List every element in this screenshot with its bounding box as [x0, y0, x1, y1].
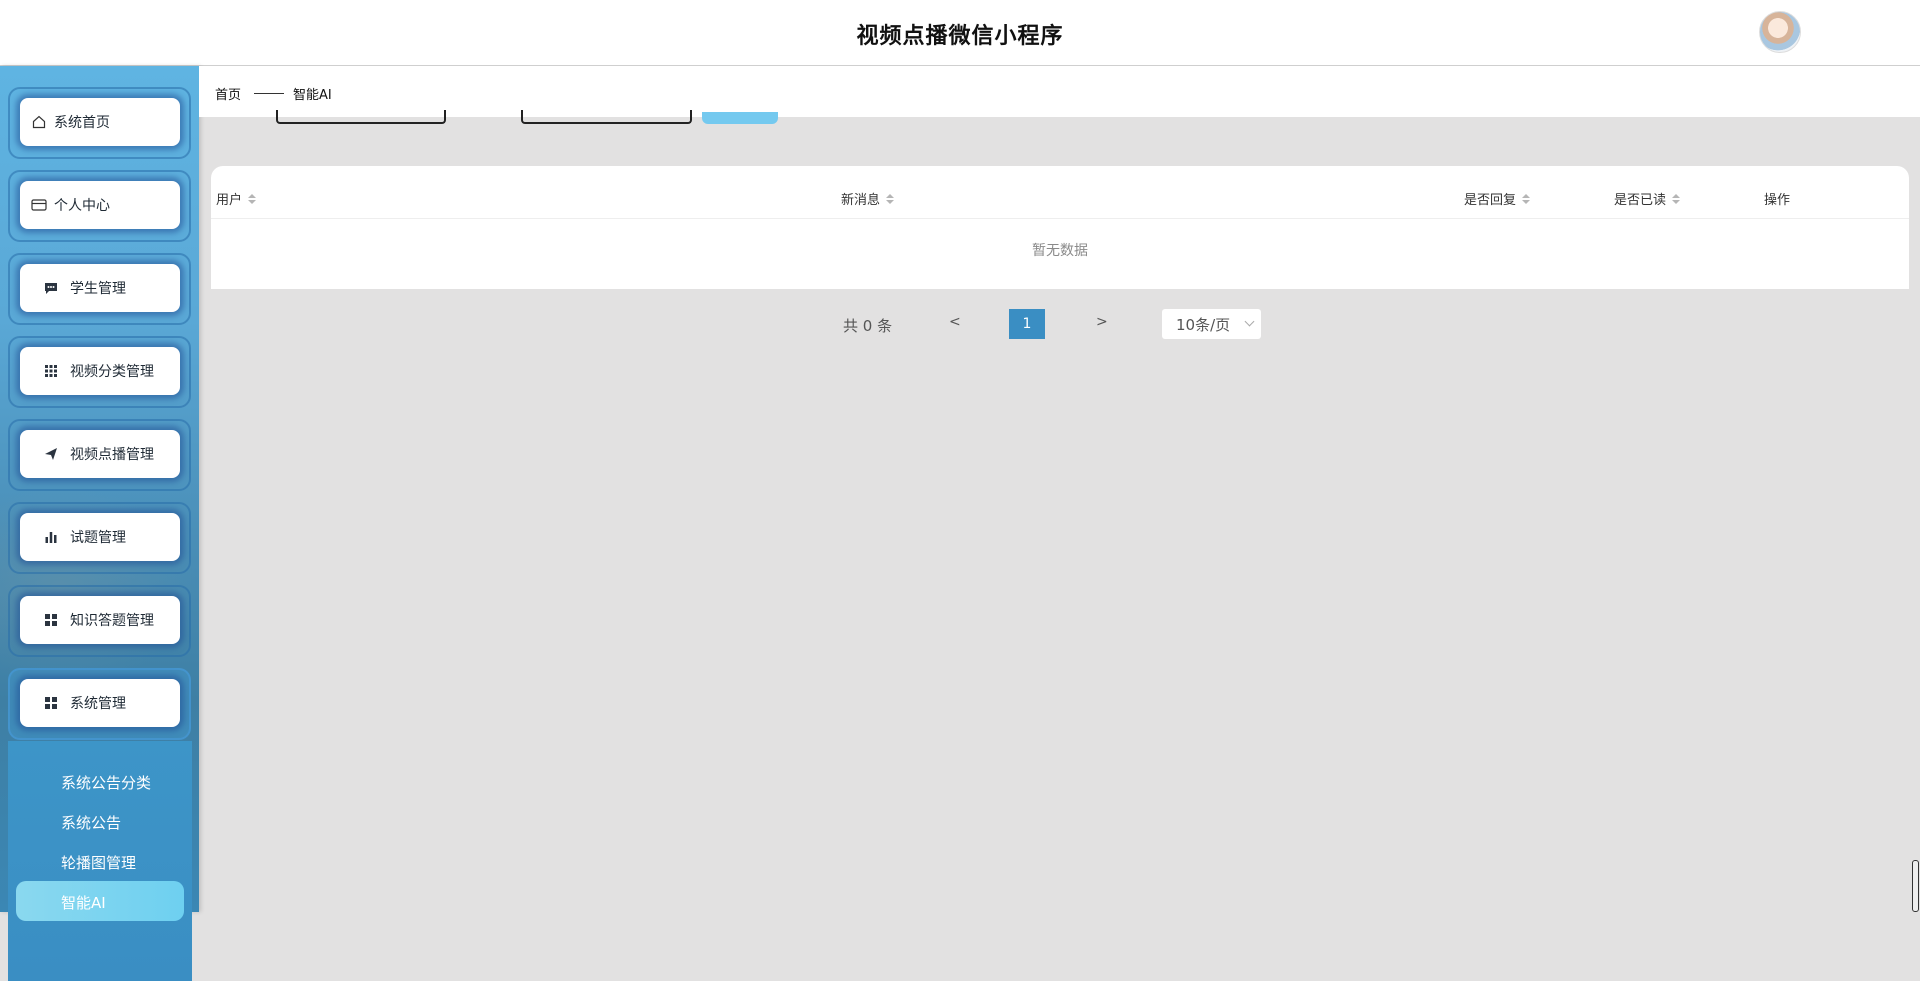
breadcrumb-home[interactable]: 首页 — [215, 84, 241, 103]
bar-chart-icon — [40, 530, 62, 544]
pagination-page-1[interactable]: 1 — [1009, 309, 1045, 339]
data-table: 用户 新消息 是否回复 是否已读 操作 暂无数据 — [211, 166, 1909, 289]
sidebar-item-label: 系统首页 — [54, 115, 110, 131]
column-label: 用户 — [216, 193, 243, 208]
breadcrumb-current: 智能AI — [293, 88, 332, 103]
sidebar-item-label: 视频点播管理 — [70, 447, 154, 463]
home-icon — [28, 115, 50, 129]
column-header-replied[interactable]: 是否回复 — [1464, 189, 1531, 208]
send-icon — [40, 447, 62, 461]
page-size-value: 10条/页 — [1176, 315, 1231, 334]
pagination-next-button[interactable]: > — [1096, 314, 1108, 330]
apps-icon — [40, 613, 62, 627]
apps-icon — [40, 696, 62, 710]
column-header-message[interactable]: 新消息 — [841, 189, 895, 208]
column-label: 操作 — [1764, 193, 1791, 208]
sidebar-item-questions[interactable]: 试题管理 — [8, 502, 191, 574]
column-label: 是否回复 — [1464, 193, 1517, 208]
search-input-user[interactable] — [276, 110, 446, 124]
app-title: 视频点播微信小程序 — [856, 24, 1064, 49]
submenu-item-notice[interactable]: 系统公告 — [61, 812, 121, 833]
sidebar-item-label: 个人中心 — [54, 198, 110, 214]
sidebar-item-label: 系统管理 — [70, 696, 126, 712]
sidebar-item-quiz[interactable]: 知识答题管理 — [8, 585, 191, 657]
sidebar-item-label: 试题管理 — [70, 530, 126, 546]
pagination-prev-button[interactable]: < — [949, 314, 961, 330]
breadcrumb-separator — [254, 93, 284, 94]
column-label: 新消息 — [841, 193, 881, 208]
grid-icon — [40, 364, 62, 378]
card-icon — [28, 198, 50, 212]
pagination-total: 共 0 条 — [843, 317, 893, 335]
column-label: 是否已读 — [1614, 193, 1667, 208]
table-header-divider — [211, 218, 1909, 219]
breadcrumb: 首页 智能AI — [199, 66, 1920, 117]
page-size-select[interactable]: 10条/页 — [1162, 309, 1261, 339]
empty-state: 暂无数据 — [1032, 243, 1088, 259]
chat-icon — [40, 281, 62, 295]
submenu-item-carousel[interactable]: 轮播图管理 — [61, 852, 136, 873]
submenu-item-ai[interactable]: 智能AI — [61, 892, 106, 913]
sort-icon[interactable] — [886, 193, 895, 204]
column-header-actions: 操作 — [1764, 189, 1790, 208]
sidebar-item-video-category[interactable]: 视频分类管理 — [8, 336, 191, 408]
avatar[interactable] — [1759, 11, 1801, 53]
scrollbar[interactable] — [1912, 860, 1919, 912]
column-header-read[interactable]: 是否已读 — [1614, 189, 1681, 208]
submenu-item-notice-category[interactable]: 系统公告分类 — [61, 772, 151, 793]
search-input-message[interactable] — [521, 110, 692, 124]
chevron-down-icon — [1244, 316, 1255, 327]
sidebar-item-home[interactable]: 系统首页 — [8, 87, 191, 159]
column-header-user[interactable]: 用户 — [216, 189, 257, 208]
top-bar: 视频点播微信小程序 — [0, 0, 1920, 66]
sidebar-item-system[interactable]: 系统管理 — [8, 668, 191, 740]
sidebar-item-video-vod[interactable]: 视频点播管理 — [8, 419, 191, 491]
sort-icon[interactable] — [1522, 193, 1531, 204]
sort-icon[interactable] — [1672, 193, 1681, 204]
sidebar-item-label: 知识答题管理 — [70, 613, 154, 629]
sidebar-item-profile[interactable]: 个人中心 — [8, 170, 191, 242]
sidebar-item-label: 视频分类管理 — [70, 364, 154, 380]
search-button[interactable] — [702, 112, 778, 124]
sort-icon[interactable] — [248, 193, 257, 204]
sidebar-item-students[interactable]: 学生管理 — [8, 253, 191, 325]
sidebar-item-label: 学生管理 — [70, 281, 126, 297]
